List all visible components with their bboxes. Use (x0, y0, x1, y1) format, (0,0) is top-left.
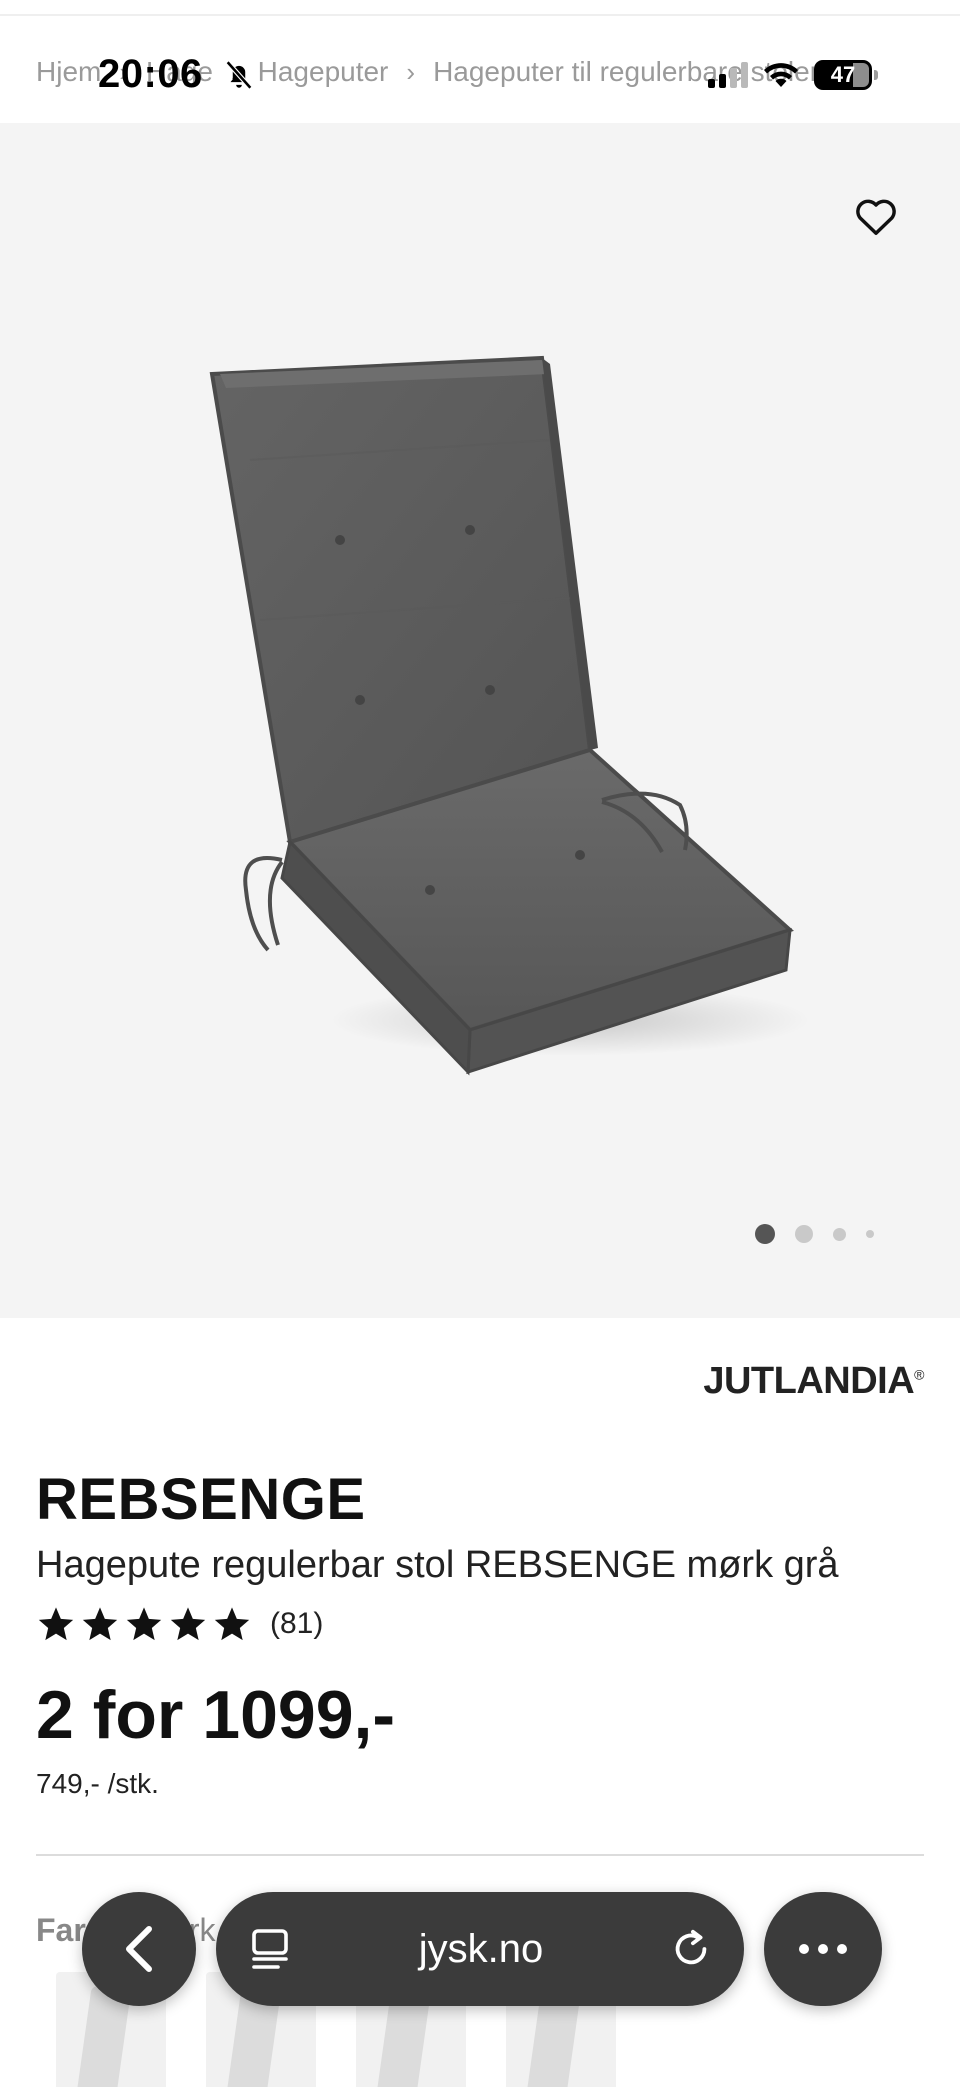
address-bar[interactable]: jysk.no (216, 1892, 744, 2006)
product-image (209, 355, 810, 1076)
breadcrumb-item-home[interactable]: Hjem (36, 56, 101, 88)
top-edge (0, 0, 960, 16)
chevron-right-icon: › (406, 56, 416, 87)
price: 2 for 1099,- (36, 1677, 396, 1753)
more-icon (799, 1944, 809, 1954)
breadcrumb-item-cushions[interactable]: Hageputer (258, 56, 389, 88)
brand-name: JUTLANDIA (703, 1360, 915, 1402)
unit-price: 749,- /stk. (36, 1768, 159, 1799)
review-count: (81) (270, 1607, 324, 1640)
favorite-button[interactable] (850, 190, 902, 242)
bell-slash-icon (225, 60, 253, 90)
gallery-dot-4[interactable] (866, 1230, 874, 1238)
gallery-pagination (755, 1224, 874, 1244)
product-title: REBSENGE (36, 1467, 366, 1532)
gallery-dot-3[interactable] (833, 1227, 846, 1241)
cellular-signal-icon (708, 62, 748, 88)
url-text[interactable]: jysk.no (419, 1927, 544, 1972)
wifi-icon (764, 63, 798, 87)
status-time: 20:06 (98, 52, 203, 96)
more-button[interactable] (764, 1892, 882, 2006)
battery-level: 47 (830, 62, 856, 87)
product-description: Hagepute regulerbar stol REBSENGE mørk g… (36, 1544, 839, 1586)
status-right: 47 (708, 60, 878, 90)
gallery-dot-2[interactable] (795, 1225, 813, 1243)
reload-icon[interactable] (668, 1926, 714, 1972)
star-icon (214, 1607, 250, 1641)
star-icon (38, 1607, 74, 1641)
star-icon (82, 1607, 118, 1641)
reader-icon[interactable] (246, 1925, 294, 1973)
heart-icon (856, 199, 896, 235)
back-chevron-icon (126, 1926, 152, 1972)
star-icon (126, 1607, 162, 1641)
registered-mark: ® (914, 1366, 924, 1383)
gallery-dot-1[interactable] (755, 1224, 775, 1244)
battery-icon: 47 (814, 60, 878, 90)
star-icon (170, 1607, 206, 1641)
brand-logo[interactable]: JUTLANDIA® (703, 1360, 924, 1403)
rating[interactable]: (81) (36, 1604, 323, 1644)
back-button[interactable] (82, 1892, 196, 2006)
divider (36, 1854, 924, 1856)
